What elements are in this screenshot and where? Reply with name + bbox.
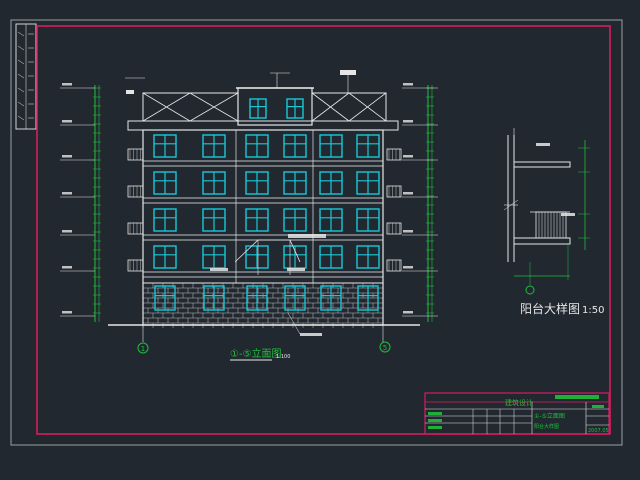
lower-slab bbox=[513, 237, 571, 245]
elevation-title: ①-⑤立面图 bbox=[230, 347, 282, 360]
outer-border bbox=[10, 19, 623, 446]
balcony-left bbox=[127, 222, 144, 235]
top-label-box bbox=[340, 70, 356, 75]
balcony-title: 阳台大样图 bbox=[520, 301, 580, 316]
titleblock-number: 2007.05 bbox=[588, 428, 609, 434]
balcony-left bbox=[127, 185, 144, 198]
elevation-scale: 1:100 bbox=[276, 354, 290, 360]
balconies bbox=[127, 148, 402, 272]
piers bbox=[142, 130, 384, 283]
windows bbox=[153, 98, 380, 311]
balcony-left bbox=[127, 259, 144, 272]
titleblock-sheet-sub: 阳台大样图 bbox=[534, 423, 559, 430]
floor-band bbox=[142, 160, 384, 167]
front-elevation bbox=[108, 70, 420, 336]
floor-band bbox=[142, 197, 384, 204]
axis-label-5: 5 bbox=[383, 344, 387, 352]
parapet-left bbox=[142, 92, 239, 122]
titleblock-sheet-name: ①-⑤立面图 bbox=[534, 412, 565, 420]
brick-base bbox=[142, 282, 383, 328]
upper-slab bbox=[513, 161, 571, 168]
detail-marker bbox=[525, 285, 535, 295]
dimension-column-right bbox=[402, 83, 438, 322]
drawing-svg: 1 5 ①-⑤立面图 1:100 阳台大样图 1:50 建筑设计 ①-⑤立面图 … bbox=[10, 19, 623, 446]
floor-band bbox=[142, 271, 384, 278]
balcony-detail bbox=[503, 128, 590, 295]
floor-bands bbox=[142, 160, 384, 284]
cad-drawing-canvas: 1 5 ①-⑤立面图 1:100 阳台大样图 1:50 建筑设计 ①-⑤立面图 … bbox=[0, 0, 640, 480]
balcony-left bbox=[127, 148, 144, 161]
balcony-scale: 1:50 bbox=[582, 305, 604, 316]
titleblock-design: 建筑设计 bbox=[505, 398, 533, 407]
axis-label-1: 1 bbox=[141, 345, 145, 353]
parapet-right bbox=[311, 92, 387, 122]
dimension-column-left bbox=[60, 83, 101, 322]
drawing-frame bbox=[36, 25, 611, 435]
floor-band bbox=[142, 234, 384, 241]
